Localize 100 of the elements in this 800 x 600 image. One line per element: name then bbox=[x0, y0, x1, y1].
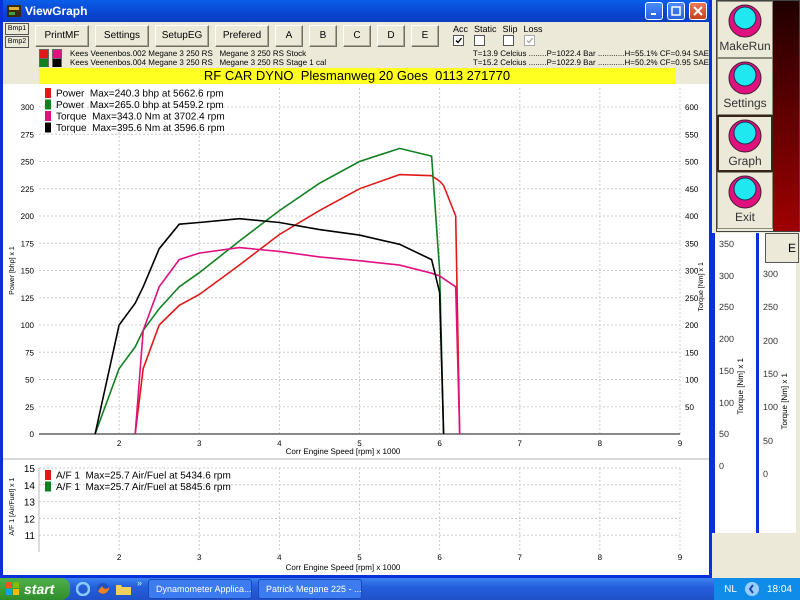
axis-tick-label: 225 bbox=[20, 184, 34, 194]
maximize-button[interactable] bbox=[667, 2, 685, 20]
toolbar-button[interactable]: Prefered bbox=[215, 24, 269, 46]
legend-label: Power Max=265.0 bhp at 5459.2 rpm bbox=[56, 100, 224, 111]
chevron-icon[interactable] bbox=[744, 582, 759, 596]
globe-icon[interactable] bbox=[96, 582, 110, 596]
axis-tick-label: 150 bbox=[20, 266, 34, 276]
legend-swatch bbox=[45, 88, 51, 98]
checkbox[interactable] bbox=[474, 35, 486, 46]
option-label: Acc bbox=[453, 24, 468, 34]
axis-tick-label: 350 bbox=[685, 239, 698, 248]
axis-tick-label: 125 bbox=[20, 294, 34, 303]
close-button[interactable] bbox=[689, 2, 707, 20]
side-button[interactable]: Settings bbox=[717, 58, 773, 115]
axis-tick-label: 0 bbox=[763, 468, 770, 479]
axis-tick-label: 11 bbox=[24, 531, 35, 542]
axis-tick-label: 400 bbox=[685, 212, 698, 221]
axis-tick-label: 5 bbox=[357, 439, 362, 448]
axis-title: Torque [Nm] x 1 bbox=[780, 372, 790, 430]
window-title: ViewGraph bbox=[25, 4, 88, 18]
axis-tick-label: 100 bbox=[685, 376, 698, 384]
task-button[interactable]: Patrick Megane 225 - ... bbox=[258, 579, 362, 599]
axis-tick-label: 6 bbox=[437, 439, 442, 448]
axis-tick-label: 12 bbox=[24, 514, 35, 526]
axis-tick-label: 250 bbox=[719, 302, 734, 312]
axis-tick-label: 300 bbox=[20, 103, 34, 112]
axis-tick-label: 50 bbox=[685, 402, 694, 412]
axis-tick-label: 14 bbox=[24, 480, 35, 492]
run-description: Kees Veenenbos.004 Megane 3 250 RS Megane 3 250 RS Stage 1 cal bbox=[70, 58, 328, 67]
ring-icon bbox=[728, 119, 762, 153]
run-description: Kees Veenenbos.002 Megane 3 250 RS Megane 3 250 RS Stock bbox=[70, 49, 308, 58]
axis-tick-label: 50 bbox=[25, 376, 34, 384]
axis-tick-label: 50 bbox=[719, 429, 730, 440]
option-label: Slip bbox=[502, 24, 518, 34]
toolbar-button[interactable]: Settings bbox=[95, 24, 149, 46]
axis-tick-label: 3 bbox=[197, 439, 202, 448]
run-conditions: T=15.2 Celcius ........P=1022.9 Bar ............H=50.2% CF=0.95 SAE bbox=[472, 58, 709, 67]
ring-icon bbox=[728, 175, 762, 209]
side-button[interactable]: MakeRun bbox=[717, 1, 773, 58]
minimize-button[interactable] bbox=[645, 2, 663, 20]
axis-tick-label: 13 bbox=[24, 498, 35, 509]
axis-tick-label: 50 bbox=[763, 436, 774, 446]
axis-tick-label: 200 bbox=[20, 212, 34, 221]
axis-tick-label: 4 bbox=[277, 553, 282, 562]
window-button[interactable]: E bbox=[765, 233, 799, 263]
toolbar-button[interactable]: D bbox=[377, 24, 405, 46]
axis-tick-label: 9 bbox=[678, 439, 682, 448]
axis-tick-label: 300 bbox=[685, 266, 698, 276]
checkbox[interactable] bbox=[502, 35, 514, 46]
legend-label: A/F 1 Max=25.7 Air/Fuel at 5434.6 rpm bbox=[56, 470, 231, 482]
axis-tick-label: 15 bbox=[24, 464, 35, 475]
side-button[interactable]: Exit bbox=[717, 172, 773, 229]
axis-tick-label: 200 bbox=[685, 321, 698, 330]
axis-tick-label: 6 bbox=[437, 553, 442, 562]
axis-title: Torque [Nm] x 1 bbox=[736, 358, 746, 414]
axis-tick-label: 350 bbox=[719, 239, 734, 249]
windows-flag-icon bbox=[6, 582, 20, 596]
axis-tick-label: 600 bbox=[685, 103, 698, 112]
axis-tick-label: 250 bbox=[20, 158, 34, 166]
app-icon bbox=[7, 5, 21, 17]
toolbar-button[interactable]: PrintMF bbox=[35, 24, 89, 46]
close-icon bbox=[693, 6, 703, 16]
axis-tick-label: 150 bbox=[719, 366, 734, 376]
axis-tick-label: 100 bbox=[20, 321, 34, 330]
toolbar-button[interactable]: E bbox=[411, 24, 439, 46]
toolbar-button[interactable]: A bbox=[275, 24, 303, 46]
axis-tick-label: 300 bbox=[719, 270, 734, 281]
toolbar-button[interactable]: B bbox=[309, 24, 337, 46]
checkbox[interactable] bbox=[453, 35, 464, 46]
legend-label: Power Max=240.3 bhp at 5662.6 rpm bbox=[56, 88, 224, 100]
axis-tick-label: 7 bbox=[518, 553, 522, 562]
side-button[interactable]: Graph bbox=[717, 115, 773, 172]
run-conditions: T=13.9 Celcius ........P=1022.4 Bar ............H=55.1% CF=0.94 SAE bbox=[472, 49, 709, 58]
toolbar-button[interactable]: SetupEG bbox=[155, 24, 209, 46]
toolbar-button[interactable]: C bbox=[343, 24, 371, 46]
more-button[interactable]: » bbox=[137, 578, 142, 588]
ring-icon bbox=[728, 61, 762, 95]
legend-swatch bbox=[45, 122, 51, 132]
language-indicator[interactable]: NL bbox=[724, 584, 737, 594]
axis-tick-label: 3 bbox=[197, 553, 202, 562]
browser-icon[interactable] bbox=[76, 582, 90, 596]
axis-tick-label: 4 bbox=[277, 439, 282, 448]
axis-tick-label: 2 bbox=[116, 439, 122, 448]
legend-swatch bbox=[45, 111, 51, 121]
folder-icon[interactable] bbox=[116, 583, 131, 595]
legend-swatch bbox=[45, 100, 51, 110]
axis-tick-label: 5 bbox=[357, 553, 362, 562]
axis-tick-label: 25 bbox=[25, 402, 34, 412]
axis-tick-label: 8 bbox=[598, 439, 602, 448]
axis-tick-label: 0 bbox=[30, 430, 34, 439]
axis-tick-label: 250 bbox=[685, 294, 698, 303]
axis-tick-label: 175 bbox=[20, 239, 34, 248]
axis-tick-label: 275 bbox=[20, 130, 34, 140]
task-button[interactable]: Dynamometer Applica... bbox=[148, 579, 252, 599]
ring-icon bbox=[728, 4, 762, 38]
axis-tick-label: 450 bbox=[685, 184, 698, 194]
axis-tick-label: 150 bbox=[685, 348, 698, 358]
axis-tick-label: 300 bbox=[763, 269, 778, 279]
clock: 18:04 bbox=[766, 584, 792, 594]
axis-tick-label: 0 bbox=[719, 460, 726, 471]
